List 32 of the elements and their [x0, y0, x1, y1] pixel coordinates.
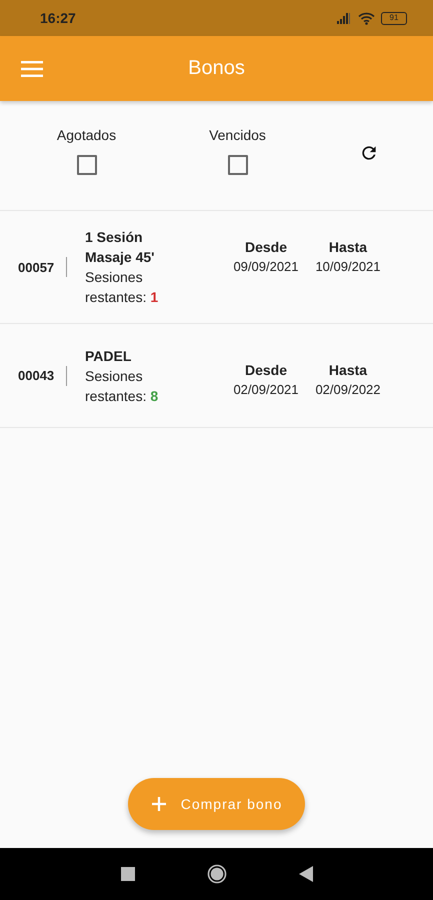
from-label: Desde	[244, 238, 288, 257]
bono-row[interactable]: 00057 1 Sesión Masaje 45' Sesiones restantes: 1 Desde 09/09/2021 Hasta 10/09/2021	[0, 211, 433, 324]
from-label: Desde	[244, 361, 288, 380]
bono-row[interactable]: 00043 PADEL Sesiones restantes: 8 Desde 02/09/2021 Hasta 02/09/2022	[0, 324, 433, 428]
wifi-icon	[358, 12, 375, 24]
remaining-label: Sesiones restantes:	[85, 269, 146, 305]
checkbox[interactable]	[76, 155, 96, 175]
status-time: 16:27	[40, 10, 76, 26]
bono-code: 00057	[18, 260, 54, 274]
circle-icon	[206, 864, 226, 884]
to-label: Hasta	[328, 238, 368, 257]
bono-code: 00043	[18, 368, 54, 383]
square-icon	[120, 867, 134, 881]
checkbox[interactable]	[228, 155, 248, 175]
remaining-count: 1	[150, 289, 158, 305]
menu-icon	[21, 60, 43, 76]
remaining-label: Sesiones restantes:	[85, 368, 146, 404]
to-label: Hasta	[328, 361, 368, 380]
filter-label: Vencidos	[209, 127, 266, 143]
plus-icon	[150, 796, 167, 812]
from-date: 02/09/2021	[233, 381, 299, 399]
to-date: 10/09/2021	[315, 258, 381, 276]
remaining-count: 8	[150, 388, 158, 404]
from-date: 09/09/2021	[233, 258, 299, 276]
back-icon	[298, 866, 312, 882]
bono-name: 1 Sesión Masaje 45'	[85, 228, 156, 267]
battery-level: 91	[390, 14, 398, 22]
bono-name: PADEL	[85, 346, 132, 366]
filter-label: Agotados	[56, 127, 116, 143]
to-date: 02/09/2022	[315, 381, 381, 399]
signal-icon	[336, 12, 352, 24]
app-title: Bonos	[188, 57, 245, 80]
